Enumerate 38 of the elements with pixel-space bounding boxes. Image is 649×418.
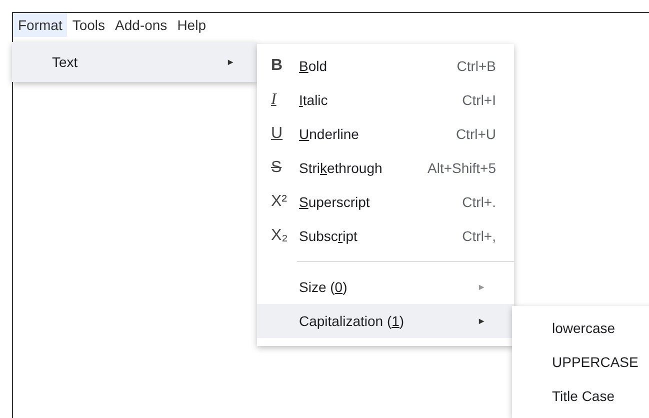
format-icon: U: [271, 125, 299, 143]
shortcut-text: Alt+Shift+5: [428, 160, 496, 176]
shortcut-text: Ctrl+B: [456, 58, 496, 74]
shortcut-text: Ctrl+.: [462, 194, 496, 210]
format-icon: I: [271, 91, 299, 109]
format-icon: S: [271, 159, 299, 177]
menu-item-label: Italic: [299, 92, 328, 108]
format-icon: X₂: [271, 227, 299, 245]
shortcut-text: Ctrl+,: [462, 228, 496, 244]
menu-item-label: Bold: [299, 58, 328, 74]
menu-item[interactable]: Text ►: [12, 42, 257, 82]
menu-bar-item[interactable]: Format: [13, 13, 68, 37]
arrow-icon: ►: [477, 316, 486, 326]
menu-item[interactable]: B Bold Ctrl+B: [257, 49, 514, 83]
menu-bar-item[interactable]: Help: [172, 13, 211, 37]
menu-item[interactable]: X₂ Subscript Ctrl+,: [257, 219, 514, 253]
menu-item[interactable]: UPPERCASE: [512, 345, 649, 379]
menu-bar-item[interactable]: Add-ons: [110, 13, 172, 37]
menu-item-label: Capitalization (1): [299, 313, 404, 329]
menu-item[interactable]: I Italic Ctrl+I: [257, 83, 514, 117]
menu-bar-item[interactable]: Tools: [67, 13, 110, 37]
menu-item[interactable]: Size (0) ►: [257, 270, 514, 304]
arrow-icon: ►: [477, 282, 486, 292]
menu-item[interactable]: S Strikethrough Alt+Shift+5: [257, 151, 514, 185]
menu-item-label: Strikethrough: [299, 160, 382, 176]
format-icon: B: [271, 57, 299, 75]
menu-item[interactable]: lowercase: [512, 311, 649, 345]
shortcut-text: Ctrl+U: [456, 126, 496, 142]
menu-item[interactable]: U Underline Ctrl+U: [257, 117, 514, 151]
menu-item[interactable]: X² Superscript Ctrl+.: [257, 185, 514, 219]
menu-item-label: Subscript: [299, 228, 358, 244]
menu-item-label: Superscript: [299, 194, 370, 210]
format-icon: X²: [271, 193, 299, 211]
menu-item-label: Underline: [299, 126, 359, 142]
shortcut-text: Ctrl+I: [462, 92, 496, 108]
menu-item[interactable]: Title Case: [512, 379, 649, 413]
menu-item[interactable]: Capitalization (1) ►: [257, 304, 514, 338]
menu-item-label: Size (0): [299, 279, 348, 295]
